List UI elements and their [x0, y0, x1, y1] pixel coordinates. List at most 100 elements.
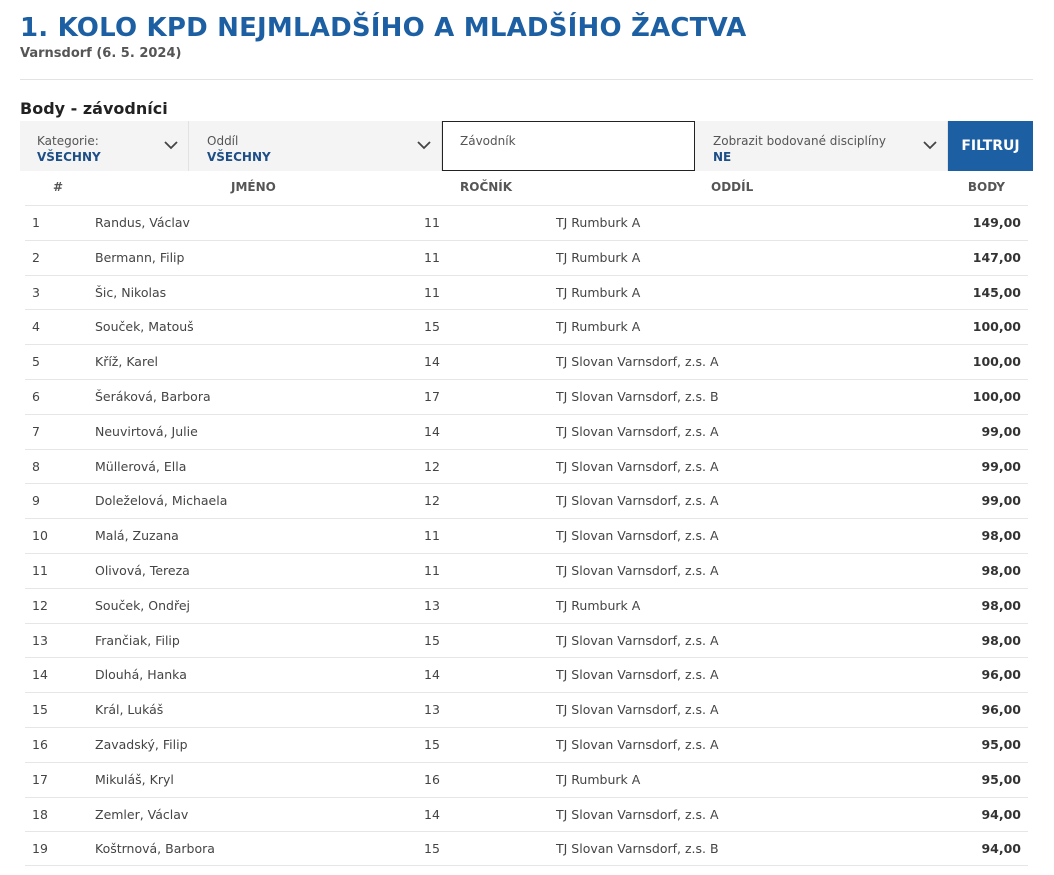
rank-cell: 17	[32, 771, 48, 787]
points-cell: 98,00	[981, 632, 1021, 648]
filter-bar: Kategorie: VŠECHNY Oddíl VŠECHNY Závodní…	[20, 121, 1033, 171]
rank-cell: 13	[32, 632, 48, 648]
club-cell: TJ Slovan Varnsdorf, z.s. B	[556, 841, 719, 857]
club-cell: TJ Rumburk A	[556, 597, 641, 613]
header-name[interactable]: JMÉNO	[231, 180, 276, 194]
year-cell: 16	[424, 771, 440, 787]
filter-button[interactable]: FILTRUJ	[948, 121, 1033, 171]
rank-cell: 4	[32, 319, 40, 335]
year-cell: 14	[424, 423, 440, 439]
club-cell: TJ Slovan Varnsdorf, z.s. A	[556, 702, 719, 718]
table-row: 1 Randus, Václav 11 TJ Rumburk A 149,00	[25, 205, 1028, 240]
points-cell: 94,00	[981, 841, 1021, 857]
header-club[interactable]: ODDÍL	[711, 180, 753, 194]
header-year[interactable]: ROČNÍK	[460, 180, 512, 194]
table-row: 6 Šeráková, Barbora 17 TJ Slovan Varnsdorf,…	[25, 378, 1028, 414]
table-row: 16 Zavadský, Filip 15 TJ Slovan Varnsdorf, …	[25, 726, 1028, 762]
table-row: 15 Král, Lukáš 13 TJ Slovan Varnsdorf, z.s.…	[25, 692, 1028, 727]
year-cell: 14	[424, 806, 440, 822]
club-cell: TJ Slovan Varnsdorf, z.s. A	[556, 632, 719, 648]
points-cell: 145,00	[972, 284, 1021, 300]
table-row: 13 Frančiak, Filip 15 TJ Slovan Varnsdorf, …	[25, 622, 1028, 658]
oddil-label: Oddíl	[207, 134, 239, 148]
year-cell: 12	[424, 493, 440, 509]
points-cell: 96,00	[981, 667, 1021, 683]
name-cell: Král, Lukáš	[95, 702, 164, 718]
kategorie-select[interactable]: Kategorie: VŠECHNY	[20, 121, 189, 171]
zobrazit-label: Zobrazit bodované disciplíny	[713, 134, 886, 148]
year-cell: 11	[424, 284, 440, 300]
points-cell: 100,00	[972, 354, 1021, 370]
points-cell: 96,00	[981, 702, 1021, 718]
year-cell: 13	[424, 702, 440, 718]
zobrazit-select[interactable]: Zobrazit bodované disciplíny NE	[695, 121, 948, 171]
table-row: 19 Koštrnová, Barbora 15 TJ Slovan Varnsdor…	[25, 831, 1028, 867]
name-cell: Bermann, Filip	[95, 249, 185, 265]
year-cell: 13	[424, 597, 440, 613]
table-row: 7 Neuvirtová, Julie 14 TJ Slovan Varnsdorf,…	[25, 413, 1028, 449]
rank-cell: 14	[32, 667, 48, 683]
name-cell: Frančiak, Filip	[95, 632, 180, 648]
oddil-select[interactable]: Oddíl VŠECHNY	[189, 121, 442, 171]
table-row: 8 Müllerová, Ella 12 TJ Slovan Varnsdorf, z…	[25, 448, 1028, 484]
name-cell: Šic, Nikolas	[95, 284, 167, 300]
rank-cell: 3	[32, 284, 40, 300]
section-title: Body - závodníci	[20, 99, 168, 118]
chevron-down-icon	[164, 141, 178, 150]
event-subtitle: Varnsdorf (6. 5. 2024)	[20, 46, 182, 61]
name-cell: Koštrnová, Barbora	[95, 841, 215, 857]
name-cell: Zavadský, Filip	[95, 736, 188, 752]
club-cell: TJ Slovan Varnsdorf, z.s. A	[556, 806, 719, 822]
club-cell: TJ Rumburk A	[556, 771, 641, 787]
points-cell: 98,00	[981, 562, 1021, 578]
name-cell: Souček, Ondřej	[95, 597, 190, 613]
table-header: # JMÉNO ROČNÍK ODDÍL BODY	[20, 171, 1033, 206]
name-cell: Mikuláš, Kryl	[95, 771, 174, 787]
rank-cell: 15	[32, 702, 48, 718]
rank-cell: 5	[32, 354, 40, 370]
name-cell: Randus, Václav	[95, 215, 190, 230]
header-rank: #	[53, 180, 64, 194]
year-cell: 15	[424, 841, 440, 857]
year-cell: 15	[424, 632, 440, 648]
rank-cell: 18	[32, 806, 48, 822]
divider	[20, 79, 1033, 80]
rank-cell: 16	[32, 736, 48, 752]
club-cell: TJ Rumburk A	[556, 284, 641, 300]
club-cell: TJ Rumburk A	[556, 215, 641, 230]
table-row: 14 Dlouhá, Hanka 14 TJ Slovan Varnsdorf, z.…	[25, 657, 1028, 692]
year-cell: 15	[424, 319, 440, 335]
club-cell: TJ Rumburk A	[556, 319, 641, 335]
points-cell: 99,00	[981, 458, 1021, 474]
club-cell: TJ Slovan Varnsdorf, z.s. A	[556, 458, 719, 474]
year-cell: 17	[424, 388, 440, 404]
name-cell: Šeráková, Barbora	[95, 388, 211, 404]
chevron-down-icon	[923, 141, 937, 150]
rank-cell: 6	[32, 388, 40, 404]
points-cell: 98,00	[981, 597, 1021, 613]
table-row: 11 Olivová, Tereza 11 TJ Slovan Varnsdorf, …	[25, 552, 1028, 588]
results-table-body: 1 Randus, Václav 11 TJ Rumburk A 149,00 2 Berm…	[25, 205, 1028, 867]
chevron-down-icon	[417, 141, 431, 150]
club-cell: TJ Slovan Varnsdorf, z.s. A	[556, 493, 719, 509]
name-cell: Müllerová, Ella	[95, 458, 187, 474]
kategorie-value: VŠECHNY	[37, 150, 101, 164]
table-row: 2 Bermann, Filip 11 TJ Rumburk A 147,00	[25, 239, 1028, 275]
club-cell: TJ Slovan Varnsdorf, z.s. A	[556, 667, 719, 683]
name-cell: Malá, Zuzana	[95, 528, 179, 544]
year-cell: 15	[424, 736, 440, 752]
year-cell: 11	[424, 562, 440, 578]
zobrazit-value: NE	[713, 150, 732, 164]
year-cell: 14	[424, 354, 440, 370]
rank-cell: 9	[32, 493, 40, 509]
zavodnik-input[interactable]: Závodník	[442, 121, 695, 171]
points-cell: 95,00	[981, 771, 1021, 787]
club-cell: TJ Slovan Varnsdorf, z.s. B	[556, 388, 719, 404]
kategorie-label: Kategorie:	[37, 134, 99, 148]
year-cell: 11	[424, 215, 440, 230]
rank-cell: 8	[32, 458, 40, 474]
club-cell: TJ Slovan Varnsdorf, z.s. A	[556, 354, 719, 370]
points-cell: 100,00	[972, 388, 1021, 404]
table-row: 17 Mikuláš, Kryl 16 TJ Rumburk A 95,00	[25, 761, 1028, 797]
header-points[interactable]: BODY	[968, 180, 1005, 194]
